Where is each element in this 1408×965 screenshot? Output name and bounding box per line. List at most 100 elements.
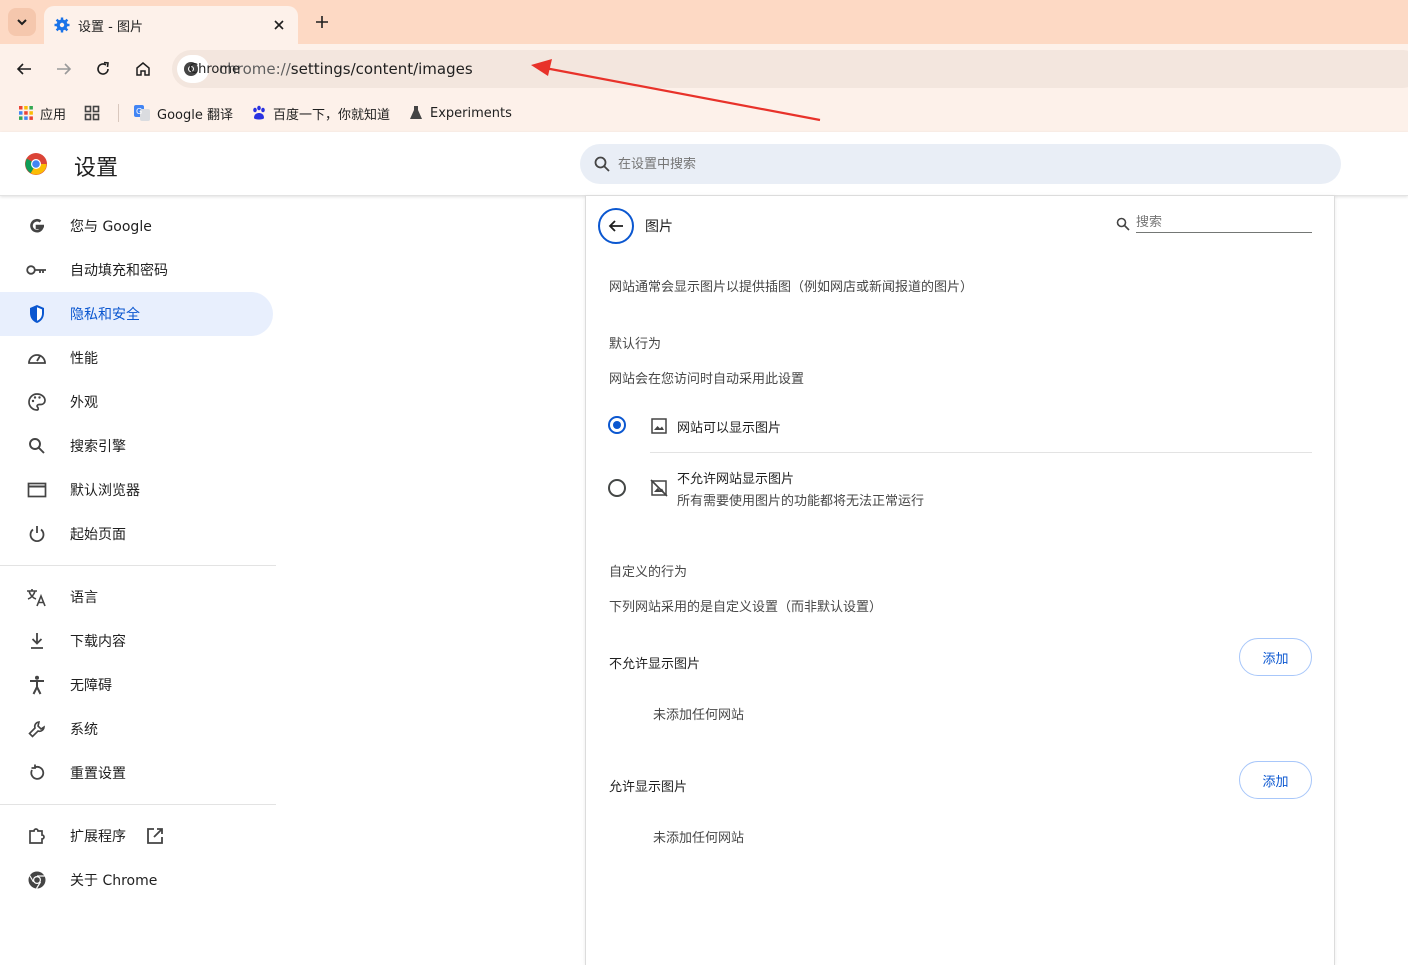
settings-search[interactable] [580,144,1341,184]
chip-label: Chrome [189,61,240,77]
sidebar-item-about-chrome[interactable]: 关于 Chrome [0,858,273,902]
block-list-heading: 不允许显示图片 [609,657,701,672]
bookmark-baidu[interactable]: 百度一下，你就知道 [251,104,390,123]
tab-search-button[interactable] [8,8,36,36]
sidebar-item-extensions[interactable]: 扩展程序 [0,814,273,858]
sidebar-item-autofill[interactable]: 自动填充和密码 [0,248,273,292]
sidebar-item-performance[interactable]: 性能 [0,336,273,380]
back-button[interactable] [10,55,38,83]
sidebar-divider [0,804,276,805]
tab-settings-images[interactable]: 设置 - 图片 [44,6,298,44]
reload-icon [97,61,109,75]
apps-grid-icon [19,106,33,120]
sidebar: 您与 Google 自动填充和密码 隐私和安全 性能 外观 搜索引擎 默认浏览器… [0,204,276,902]
flask-icon [410,106,423,119]
tab-groups-icon [84,105,100,121]
download-icon [26,630,48,652]
shield-icon [26,303,48,325]
settings-header: 设置 [0,132,1408,196]
arrow-right-icon [57,63,72,75]
chrome-icon [26,869,48,891]
image-icon [651,418,667,434]
browser-window-icon [26,479,48,501]
gear-icon [54,17,70,33]
close-tab-button[interactable] [270,16,288,34]
bookmark-experiments[interactable]: Experiments [408,105,512,121]
images-settings-card: 图片 网站通常会显示图片以提供插图（例如网店或新闻报道的图片） 默认行为 网站会… [585,196,1335,965]
sidebar-item-languages[interactable]: 语言 [0,575,273,619]
sidebar-item-search-engine[interactable]: 搜索引擎 [0,424,273,468]
subpage-search-input[interactable] [1136,215,1312,233]
sidebar-item-appearance[interactable]: 外观 [0,380,273,424]
reload-button[interactable] [89,55,117,83]
radio-separator [650,452,1312,453]
power-icon [26,523,48,545]
add-blocked-site-button[interactable]: 添加 [1239,638,1312,676]
chevron-down-icon [17,19,27,26]
baidu-paw-icon [253,105,265,120]
sidebar-item-on-startup[interactable]: 起始页面 [0,512,273,556]
radio-block-images[interactable] [608,479,626,497]
bookmark-apps[interactable]: 应用 [18,104,66,123]
search-icon [594,156,610,172]
new-tab-button[interactable] [310,10,334,34]
google-g-icon [26,215,48,237]
settings-search-input[interactable] [618,156,1218,172]
sidebar-item-reset[interactable]: 重置设置 [0,751,273,795]
radio-allow-images[interactable] [608,416,626,434]
sidebar-item-system[interactable]: 系统 [0,707,273,751]
wrench-icon [26,718,48,740]
default-behavior-subtitle: 网站会在您访问时自动采用此设置 [609,372,805,387]
bookmark-separator [118,104,120,122]
google-translate-icon: G [134,105,151,121]
svg-text:G: G [136,107,142,116]
site-info-chip[interactable]: Chrome [177,55,240,83]
key-icon [26,259,48,281]
open-in-new-icon [146,827,164,845]
puzzle-icon [26,825,48,847]
close-icon [274,20,284,30]
reset-icon [26,762,48,784]
sidebar-item-accessibility[interactable]: 无障碍 [0,663,273,707]
chrome-logo [25,153,47,175]
allow-list-empty: 未添加任何网站 [653,831,745,846]
option-allow-label: 网站可以显示图片 [677,421,782,436]
page-description: 网站通常会显示图片以提供插图（例如网店或新闻报道的图片） [609,280,974,295]
add-allowed-site-button[interactable]: 添加 [1239,761,1312,799]
tab-title: 设置 - 图片 [78,19,143,35]
custom-behavior-heading: 自定义的行为 [609,565,688,580]
arrow-left-icon [608,220,623,232]
sidebar-item-downloads[interactable]: 下载内容 [0,619,273,663]
option-block-label: 不允许网站显示图片 [677,472,795,487]
toolbar: Chrome chrome://settings/content/images [0,44,1408,94]
option-block-subtitle: 所有需要使用图片的功能都将无法正常运行 [677,494,925,509]
bookmark-tab-groups[interactable] [84,105,100,121]
subpage-search[interactable] [1116,214,1312,234]
search-icon [1116,217,1130,231]
home-button[interactable] [129,55,157,83]
home-icon [136,62,150,76]
block-list-empty: 未添加任何网站 [653,708,745,723]
translate-icon [26,586,48,608]
plus-icon [316,16,328,28]
bookmark-google-translate[interactable]: G Google 翻译 [133,104,233,123]
speedometer-icon [26,347,48,369]
sidebar-item-privacy[interactable]: 隐私和安全 [0,292,273,336]
sidebar-item-default-browser[interactable]: 默认浏览器 [0,468,273,512]
arrow-left-icon [16,63,31,75]
tab-strip: 设置 - 图片 [0,0,1408,44]
default-behavior-heading: 默认行为 [609,337,662,352]
allow-list-heading: 允许显示图片 [609,780,688,795]
sidebar-item-you-and-google[interactable]: 您与 Google [0,204,273,248]
bookmarks-bar: 应用 G Google 翻译 百度一下，你就知道 Experiments [0,94,1408,132]
address-bar[interactable]: Chrome chrome://settings/content/images [172,50,1408,88]
back-arrow-button[interactable] [598,208,634,244]
url-text: chrome://settings/content/images [219,60,473,78]
palette-icon [26,391,48,413]
search-icon [26,435,48,457]
forward-button[interactable] [50,55,78,83]
subpage-title: 图片 [645,219,673,235]
page-title: 设置 [74,156,119,181]
custom-behavior-subtitle: 下列网站采用的是自定义设置（而非默认设置） [609,600,883,615]
accessibility-icon [26,674,48,696]
